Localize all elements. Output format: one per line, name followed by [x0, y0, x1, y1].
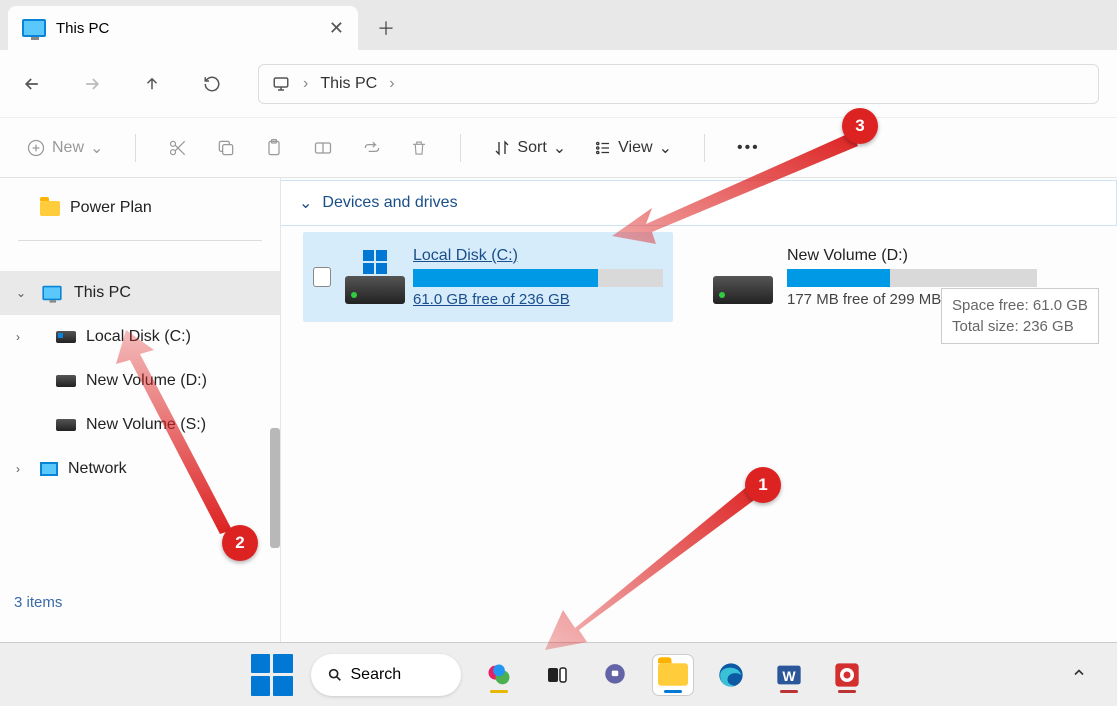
- copy-button[interactable]: [212, 132, 240, 164]
- chevron-down-icon: ⌄: [553, 138, 566, 158]
- status-bar: 3 items: [0, 590, 310, 620]
- capacity-bar: [413, 269, 663, 287]
- tab-this-pc[interactable]: This PC ✕: [8, 6, 358, 50]
- nav-row: › This PC ›: [0, 50, 1117, 118]
- sidebar-quick-power-plan[interactable]: Power Plan: [0, 186, 280, 230]
- sidebar-item-this-pc[interactable]: ⌄ This PC: [0, 271, 280, 315]
- chevron-up-icon: [1071, 664, 1087, 680]
- drive-icon: [713, 250, 773, 304]
- rename-button[interactable]: [308, 132, 338, 164]
- trash-icon: [410, 138, 428, 158]
- p-app-icon: [833, 661, 861, 689]
- chat-icon: [602, 662, 628, 688]
- taskbar-file-explorer[interactable]: [653, 655, 693, 695]
- network-icon: [40, 462, 58, 476]
- separator: [460, 134, 461, 162]
- cut-button[interactable]: [164, 132, 192, 164]
- monitor-outline-icon: [271, 75, 291, 93]
- taskview-icon: [545, 663, 569, 687]
- taskbar-edge[interactable]: [711, 655, 751, 695]
- chevron-right-icon: ›: [389, 75, 394, 93]
- taskbar-copilot[interactable]: [479, 655, 519, 695]
- monitor-icon: [42, 286, 61, 300]
- taskbar-taskview[interactable]: [537, 655, 577, 695]
- chevron-down-icon: ⌄: [90, 138, 103, 158]
- sort-button[interactable]: Sort ⌄: [489, 132, 570, 164]
- paste-button[interactable]: [260, 131, 288, 165]
- back-button[interactable]: [18, 70, 46, 98]
- taskbar-word[interactable]: W: [769, 655, 809, 695]
- drive-name: Local Disk (C:): [413, 247, 663, 265]
- forward-button[interactable]: [78, 70, 106, 98]
- annotation-badge-1: 1: [745, 467, 781, 503]
- share-icon: [362, 138, 382, 158]
- drive-free-text: 61.0 GB free of 236 GB: [413, 291, 663, 308]
- up-button[interactable]: [138, 70, 166, 98]
- new-tab-button[interactable]: ＋: [366, 8, 406, 48]
- tooltip-line: Space free: 61.0 GB: [952, 295, 1088, 316]
- drive-name: New Volume (D:): [787, 247, 1037, 265]
- folder-icon: [40, 201, 60, 216]
- start-button[interactable]: [251, 654, 293, 696]
- taskbar-overflow[interactable]: [1071, 664, 1087, 685]
- drive-icon: [56, 375, 76, 387]
- status-text: 3 items: [14, 594, 62, 611]
- scrollbar-thumb[interactable]: [270, 428, 280, 548]
- tooltip: Space free: 61.0 GB Total size: 236 GB: [941, 288, 1099, 344]
- tab-title: This PC: [56, 20, 109, 37]
- share-button[interactable]: [358, 132, 386, 164]
- capacity-bar: [787, 269, 1037, 287]
- close-tab-icon[interactable]: ✕: [329, 18, 344, 39]
- refresh-button[interactable]: [198, 70, 226, 98]
- svg-text:W: W: [782, 667, 796, 683]
- checkbox[interactable]: [313, 267, 331, 287]
- sidebar-item-label: Power Plan: [70, 199, 152, 217]
- chevron-down-icon[interactable]: ⌄: [16, 286, 26, 300]
- annotation-arrow-2: [112, 330, 252, 540]
- word-icon: W: [775, 661, 803, 689]
- separator: [18, 240, 262, 241]
- new-button[interactable]: New ⌄: [22, 132, 107, 164]
- search-label: Search: [351, 666, 402, 684]
- delete-button[interactable]: [406, 132, 432, 164]
- drive-icon: [345, 250, 399, 304]
- view-icon: [594, 139, 612, 157]
- address-bar[interactable]: › This PC ›: [258, 64, 1099, 104]
- address-location: This PC: [320, 75, 377, 93]
- chevron-right-icon[interactable]: ›: [16, 462, 20, 476]
- annotation-arrow-1: [545, 470, 775, 650]
- folder-icon: [658, 663, 688, 686]
- annotation-badge-2: 2: [222, 525, 258, 561]
- section-title: Devices and drives: [322, 194, 457, 212]
- sort-label: Sort: [517, 139, 546, 157]
- taskbar-chat[interactable]: [595, 655, 635, 695]
- search-icon: [327, 667, 343, 683]
- rename-icon: [312, 138, 334, 158]
- chevron-right-icon[interactable]: ›: [16, 330, 20, 344]
- chevron-down-icon: ⌄: [299, 193, 312, 213]
- taskbar: Search W: [0, 642, 1117, 706]
- clipboard-icon: [264, 137, 284, 159]
- separator: [135, 134, 136, 162]
- sort-icon: [493, 139, 511, 157]
- copy-icon: [216, 138, 236, 158]
- drive-icon: [56, 419, 76, 431]
- drive-icon: [56, 331, 76, 343]
- taskbar-search[interactable]: Search: [311, 654, 461, 696]
- windows-logo-icon: [363, 250, 387, 274]
- tab-bar: This PC ✕ ＋: [0, 0, 1117, 50]
- annotation-badge-3: 3: [842, 108, 878, 144]
- chevron-right-icon: ›: [303, 75, 308, 93]
- tooltip-line: Total size: 236 GB: [952, 316, 1088, 337]
- taskbar-app-p[interactable]: [827, 655, 867, 695]
- sidebar-item-label: This PC: [74, 284, 131, 302]
- edge-icon: [717, 661, 745, 689]
- monitor-icon: [22, 19, 46, 37]
- new-label: New: [52, 139, 84, 157]
- annotation-arrow-3: [612, 128, 862, 248]
- plus-circle-icon: [26, 138, 46, 158]
- scissors-icon: [168, 138, 188, 158]
- toolbar: New ⌄ Sort ⌄ View ⌄ •••: [0, 118, 1117, 178]
- copilot-icon: [485, 661, 513, 689]
